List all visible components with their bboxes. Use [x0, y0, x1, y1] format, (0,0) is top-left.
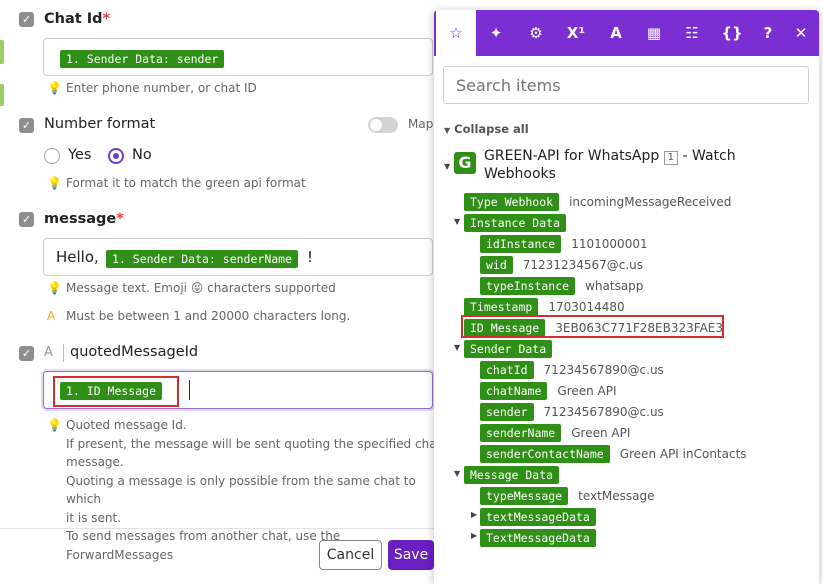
radio-yes-label: Yes	[68, 147, 92, 163]
caret-down-icon[interactable]: ▼	[444, 162, 450, 171]
highlight-box-id-message	[461, 315, 724, 338]
warning-icon: A	[47, 309, 56, 323]
radio-no[interactable]	[108, 148, 124, 164]
tree-group[interactable]: Sender Data	[464, 338, 553, 358]
caret-down-icon[interactable]: ▼	[454, 469, 460, 478]
hint-line: If present, the message will be sent quo…	[66, 436, 442, 451]
message-mapped-pill[interactable]: 1. Sender Data: senderName	[106, 250, 299, 268]
search-input[interactable]	[443, 66, 809, 104]
number-format-checkbox[interactable]: ✓	[19, 118, 34, 133]
star-icon[interactable]: ☆	[436, 10, 476, 56]
tree-item[interactable]: senderContactName Green API inContacts	[480, 443, 747, 463]
lightbulb-icon: 💡	[47, 81, 62, 95]
radio-yes[interactable]	[44, 148, 60, 164]
left-edge-marker	[0, 40, 4, 64]
green-api-logo-icon: G	[454, 152, 476, 174]
footer-divider	[0, 528, 448, 529]
help-icon[interactable]: ?	[756, 10, 780, 56]
message-suffix-text: !	[307, 248, 314, 266]
text-icon[interactable]: A	[596, 10, 636, 56]
left-edge-marker	[0, 84, 4, 106]
calendar-icon[interactable]: ▦	[634, 10, 674, 56]
caret-right-icon[interactable]: ▶	[471, 510, 477, 519]
superscript-icon[interactable]: X¹	[556, 10, 596, 56]
gear-icon[interactable]: ⚙	[516, 10, 556, 56]
map-toggle[interactable]	[368, 117, 398, 133]
caret-down-icon[interactable]: ▼	[454, 217, 460, 226]
tree-item[interactable]: idInstance 1101000001	[480, 233, 648, 253]
message-hint: 💡 Message text. Emoji 😝 characters suppo…	[47, 279, 336, 298]
chat-id-label: Chat Id*	[44, 11, 111, 27]
tree-item[interactable]: sender 71234567890@c.us	[480, 401, 664, 421]
lightbulb-icon: 💡	[47, 418, 62, 432]
label-divider	[63, 344, 64, 362]
hint-line: Quoted message Id.	[66, 418, 187, 432]
message-checkbox[interactable]: ✓	[19, 212, 34, 227]
cancel-button[interactable]: Cancel	[319, 540, 382, 570]
chat-id-field[interactable]: 1. Sender Data: sender	[43, 38, 433, 76]
text-cursor	[189, 380, 190, 400]
chat-id-mapped-pill[interactable]: 1. Sender Data: sender	[60, 50, 225, 68]
caret-down-icon: ▼	[444, 126, 451, 135]
tree-item[interactable]: wid 71231234567@c.us	[480, 254, 643, 274]
message-field[interactable]: Hello, 1. Sender Data: senderName !	[43, 238, 433, 276]
panel-tabs: ☆ ✦ ⚙ X¹ A ▦ ☷ {} ? ✕	[434, 10, 819, 56]
caret-right-icon[interactable]: ▶	[471, 531, 477, 540]
chat-id-hint: 💡 Enter phone number, or chat ID	[47, 79, 257, 98]
lightbulb-icon: 💡	[47, 176, 62, 190]
message-prefix-text: Hello,	[56, 248, 99, 266]
tree-item[interactable]: Type Webhook incomingMessageReceived	[464, 191, 731, 211]
collapse-all-link[interactable]: ▼ Collapse all	[444, 122, 529, 136]
tree-item[interactable]: chatName Green API	[480, 380, 617, 400]
quoted-hint: 💡	[47, 416, 65, 435]
caret-down-icon[interactable]: ▼	[454, 343, 460, 352]
tree-group[interactable]: textMessageData	[480, 506, 596, 526]
hint-line: Quoting a message is only possible from …	[66, 473, 416, 507]
radio-no-label: No	[132, 147, 152, 163]
quoted-label: quotedMessageId	[70, 344, 199, 360]
save-button[interactable]: Save	[388, 540, 434, 570]
quoted-checkbox[interactable]: ✓	[19, 346, 34, 361]
tree-group[interactable]: Message Data	[464, 464, 560, 484]
tree-item[interactable]: typeInstance whatsapp	[480, 275, 643, 295]
mapping-panel: ☆ ✦ ⚙ X¹ A ▦ ☷ {} ? ✕ ▼ Collapse all ▼ G…	[434, 10, 819, 584]
number-format-hint: 💡 Format it to match the green api forma…	[47, 174, 306, 193]
tree-group[interactable]: TextMessageData	[480, 527, 596, 547]
chat-id-checkbox[interactable]: ✓	[19, 12, 34, 27]
module-settings-form: ✓ Chat Id* 1. Sender Data: sender 💡 Ente…	[0, 0, 448, 584]
braces-icon[interactable]: {}	[712, 10, 752, 56]
message-warning: A Must be between 1 and 20000 characters…	[47, 307, 350, 326]
hint-line: it is sent.	[66, 510, 122, 525]
highlight-box-quoted	[53, 376, 179, 407]
table-icon[interactable]: ☷	[672, 10, 712, 56]
text-type-icon: A	[44, 345, 53, 360]
tree-item[interactable]: typeMessage textMessage	[480, 485, 654, 505]
lightbulb-icon: 💡	[47, 281, 62, 295]
hint-line: message.	[66, 455, 124, 469]
tree-group[interactable]: Instance Data	[464, 212, 567, 232]
message-label: message*	[44, 211, 124, 227]
tree-item[interactable]: senderName Green API	[480, 422, 630, 442]
module-index-badge: 1	[663, 151, 679, 165]
close-icon[interactable]: ✕	[789, 10, 813, 56]
module-title: GREEN-API for WhatsApp 1 - Watch Webhook…	[484, 148, 736, 182]
map-toggle-label: Map	[408, 117, 434, 131]
tree-item[interactable]: chatId 71234567890@c.us	[480, 359, 664, 379]
tree-item[interactable]: Timestamp 1703014480	[464, 296, 625, 316]
number-format-label: Number format	[44, 116, 156, 132]
sparkle-icon[interactable]: ✦	[476, 10, 516, 56]
